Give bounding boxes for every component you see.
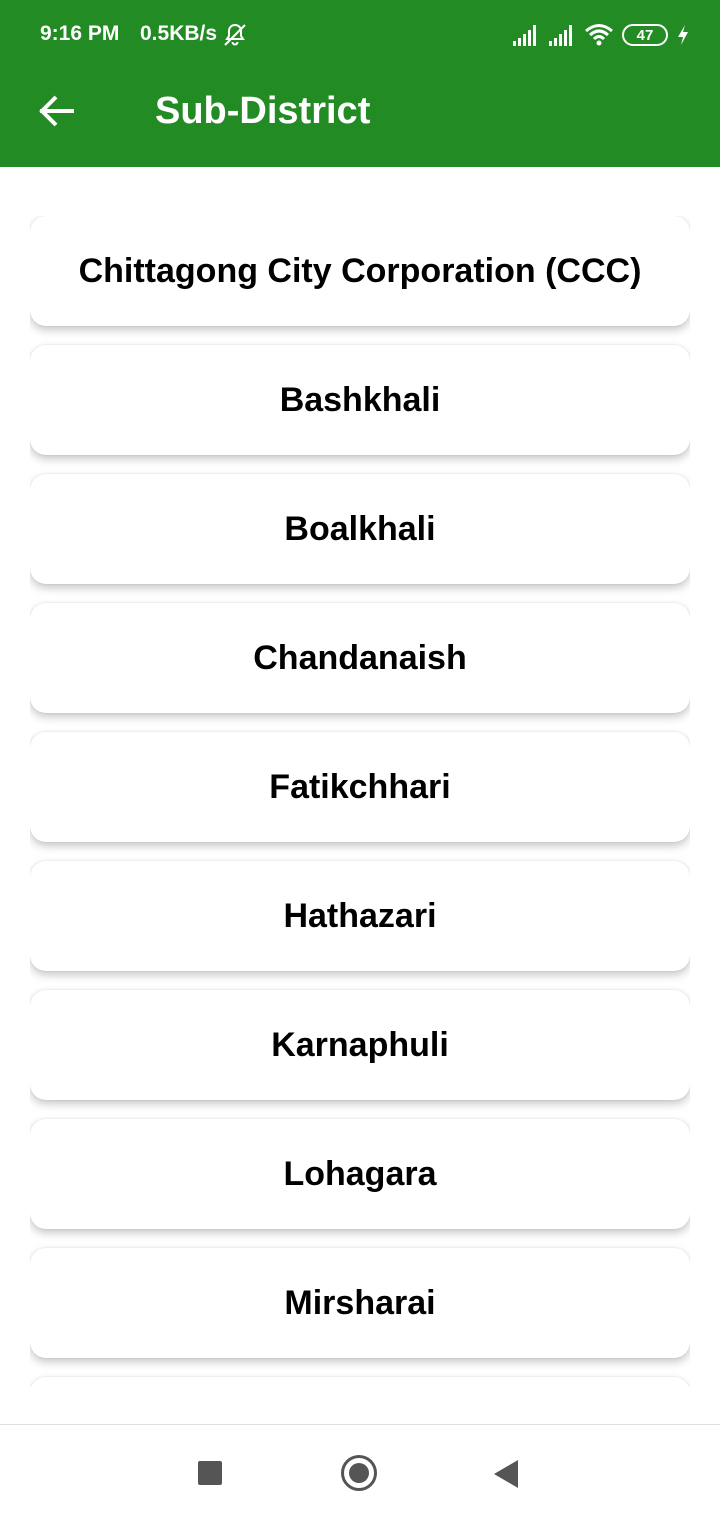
sub-district-label: Fatikchhari bbox=[269, 767, 451, 806]
status-time: 9:16 PM bbox=[40, 22, 120, 45]
wifi-icon bbox=[585, 24, 613, 46]
sub-district-item[interactable]: Boalkhali bbox=[30, 474, 690, 584]
sub-district-label: Karnaphuli bbox=[271, 1025, 449, 1064]
signal-icon bbox=[549, 25, 572, 46]
sub-district-item[interactable]: Mirsharai bbox=[30, 1248, 690, 1358]
sub-district-item[interactable]: Chittagong City Corporation (CCC) bbox=[30, 216, 690, 326]
sub-district-label: Hathazari bbox=[283, 896, 437, 935]
arrow-left-icon[interactable] bbox=[34, 88, 80, 134]
sub-district-item[interactable]: Bashkhali bbox=[30, 345, 690, 455]
mute-notifications-icon bbox=[224, 23, 246, 46]
sub-district-item[interactable]: Lohagara bbox=[30, 1119, 690, 1229]
app-bar: 9:16 PM 0.5KB/s 47 Sub-District bbox=[0, 0, 720, 167]
home-circle-icon[interactable] bbox=[341, 1455, 377, 1491]
signal-icon bbox=[513, 25, 536, 46]
battery-level: 47 bbox=[636, 26, 654, 44]
sub-district-item[interactable]: Chandanaish bbox=[30, 603, 690, 713]
charging-icon bbox=[678, 25, 688, 45]
sub-district-label: Mirsharai bbox=[284, 1283, 436, 1322]
back-triangle-icon[interactable] bbox=[494, 1460, 518, 1488]
sub-district-item[interactable]: Hathazari bbox=[30, 861, 690, 971]
battery-icon: 47 bbox=[622, 24, 668, 46]
sub-district-item[interactable]: Karnaphuli bbox=[30, 990, 690, 1100]
page-title: Sub-District bbox=[155, 90, 371, 132]
sub-district-label: Lohagara bbox=[283, 1154, 437, 1193]
sub-district-label: Chandanaish bbox=[253, 638, 467, 677]
status-icons: 47 bbox=[512, 22, 690, 48]
recents-square-icon[interactable] bbox=[198, 1461, 222, 1485]
sub-district-label: Chittagong City Corporation (CCC) bbox=[78, 251, 642, 290]
system-nav-bar bbox=[0, 1424, 720, 1520]
sub-district-item[interactable]: Fatikchhari bbox=[30, 732, 690, 842]
sub-district-list: Chittagong City Corporation (CCC) Bashkh… bbox=[30, 216, 690, 1386]
sub-district-item-partial[interactable] bbox=[30, 1377, 690, 1386]
sub-district-label: Bashkhali bbox=[279, 380, 441, 419]
status-net-speed: 0.5KB/s bbox=[140, 22, 218, 45]
sub-district-label: Boalkhali bbox=[284, 509, 436, 548]
status-bar: 9:16 PM 0.5KB/s 47 bbox=[0, 0, 720, 70]
